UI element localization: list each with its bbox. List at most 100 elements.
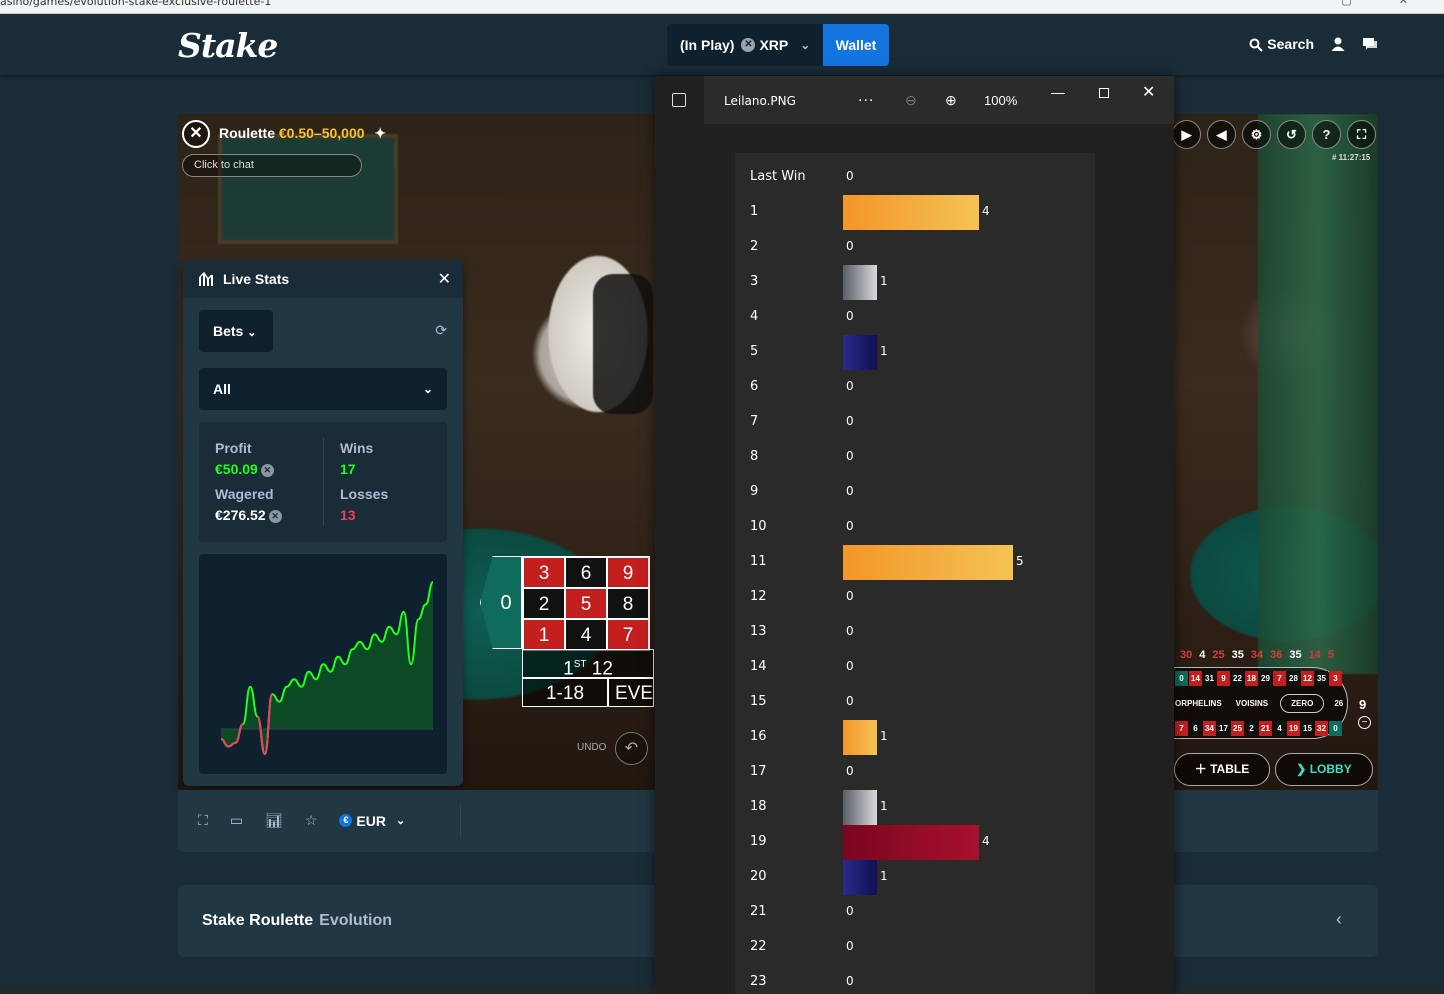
row-value: 0 [846,939,854,953]
bet-spot-number[interactable]: 2 [523,588,565,619]
racetrack-number[interactable]: 7 [1175,721,1188,736]
bet-spot-number[interactable]: 9 [607,557,649,588]
racetrack-number[interactable]: 25 [1231,721,1244,736]
racetrack-number[interactable]: 35 [1315,671,1328,686]
bets-dropdown[interactable]: Bets ⌄ [199,310,273,352]
bet-spot-number[interactable]: 6 [565,557,607,588]
sector-voisins[interactable]: VOISINS [1236,699,1268,708]
undo-button[interactable]: ↶ [615,732,648,765]
bet-spot-low[interactable]: 1-18 [522,678,608,707]
browser-url[interactable]: asino/games/evolution-stake-exclusive-ro… [0,0,271,8]
live-stats-header[interactable]: Live Stats ✕ [183,260,463,298]
racetrack-number[interactable]: 3 [1329,671,1342,686]
chart-row: 16 1 [735,713,1095,755]
chart-row: 60 [735,363,1095,398]
bet-spot-number[interactable]: 7 [607,619,649,650]
close-icon[interactable]: ✕ [438,269,451,289]
refresh-icon[interactable]: ⟳ [435,322,447,339]
racetrack-number[interactable]: 0 [1329,721,1342,736]
settings-icon[interactable]: ⚙ [1242,120,1271,149]
minus-icon[interactable]: − [1358,716,1371,729]
racetrack-number[interactable]: 22 [1231,671,1244,686]
bet-spot-number[interactable]: 3 [523,557,565,588]
racetrack-number[interactable]: 7 [1273,671,1286,686]
wallet-button[interactable]: Wallet [823,24,889,66]
bet-spot-number[interactable]: 4 [565,619,607,650]
lobby-button[interactable]: ❯ LOBBY [1275,753,1373,786]
chevron-left-icon[interactable]: ‹ [1336,909,1342,930]
racetrack-number[interactable]: 4 [1273,721,1286,736]
chevron-down-icon: ⌄ [247,327,257,339]
racetrack-number[interactable]: 2 [1245,721,1258,736]
theatre-mode-icon[interactable]: ▭ [230,812,243,829]
help-icon[interactable]: ? [1312,120,1341,149]
row-label: 6 [750,379,759,394]
racetrack-number[interactable]: 6 [1189,721,1202,736]
racetrack-number[interactable]: 19 [1287,721,1300,736]
game-toolbar-icons: ⛶ ▭ 📊︎ ☆ € EUR ⌄ [198,812,405,829]
racetrack-number[interactable]: 29 [1259,671,1272,686]
fullscreen-icon[interactable]: ⛶ [198,812,208,829]
live-stats-panel: Live Stats ✕ Bets ⌄ ⟳ All ⌄ Profit €50.0… [183,260,463,786]
chat-input[interactable]: Click to chat [182,154,362,177]
search-button[interactable]: Search [1249,36,1314,53]
racetrack-number[interactable]: 17 [1217,721,1230,736]
more-options-button[interactable]: ... [858,88,874,106]
currency-selector[interactable]: € EUR ⌄ [339,813,405,829]
racetrack-number[interactable]: 12 [1301,671,1314,686]
stake-logo[interactable]: Stake [178,26,278,65]
currency-label: XRP [759,37,789,53]
bet-spot-even[interactable]: EVE [608,678,654,707]
game-title: Roulette €0.50–50,000 ✦ [219,125,386,142]
bet-spot-number[interactable]: 1 [523,619,565,650]
racetrack-number[interactable]: 9 [1217,671,1230,686]
racetrack-number[interactable]: 14 [1189,671,1202,686]
stats-icon[interactable]: 📊︎ [265,812,283,829]
game-provider[interactable]: Evolution [319,912,392,929]
racetrack-number[interactable]: 18 [1245,671,1258,686]
pin-icon[interactable]: ✦ [374,125,386,141]
sector-orphelins[interactable]: ORPHELINS [1175,699,1222,708]
racetrack-number[interactable]: 31 [1203,671,1216,686]
user-icon[interactable] [1330,36,1346,52]
balance-label: (In Play) [680,37,735,53]
racetrack[interactable]: 0 14 31 9 22 18 29 7 28 12 35 3 ORPHELINS VOISINS Z… [1172,667,1348,739]
filter-select[interactable]: All ⌄ [199,368,447,410]
close-icon[interactable]: ✕ [1142,82,1155,102]
balance-selector[interactable]: (In Play) ✕ XRP ⌄ [667,24,823,66]
chart-row: Last Win 0 [735,153,1095,188]
image-viewer-titlebar[interactable]: Leilano.PNG ... ⊖ ⊕ 100% — ✕ [655,76,1174,124]
racetrack-number[interactable]: 21 [1259,721,1272,736]
racetrack-number[interactable]: 28 [1287,671,1300,686]
volume-icon[interactable]: ◀ [1207,120,1236,149]
row-label: 1 [750,204,759,219]
row-label: 21 [750,904,767,919]
video-icon[interactable]: ▶ [1172,120,1201,149]
history-icon[interactable]: ↺ [1277,120,1306,149]
zoom-in-icon[interactable]: ⊕ [945,92,957,109]
bet-spot-number[interactable]: 8 [607,588,649,619]
add-table-button[interactable]: ＋ TABLE [1174,753,1270,786]
minimize-icon[interactable]: — [1051,84,1065,100]
chevron-down-icon: ⌄ [800,38,811,52]
racetrack-side-value[interactable]: 26 [1334,699,1343,708]
racetrack-number[interactable]: 0 [1175,671,1188,686]
header-actions: Search [1249,36,1378,53]
bet-spot-first-dozen[interactable]: 1ST 12 [522,649,654,679]
row-value: 4 [982,204,990,218]
zoom-level[interactable]: 100% [984,93,1017,108]
close-game-button[interactable]: ✕ [182,120,210,148]
sector-zero[interactable]: ZERO [1280,693,1325,713]
star-icon[interactable]: ☆ [305,812,318,829]
maximize-icon[interactable] [1099,88,1109,98]
bet-spot-number[interactable]: 5 [565,588,607,619]
browser-window-controls[interactable]: ▢ ✕ [1341,0,1430,7]
fullscreen-icon[interactable]: ⛶ [1347,120,1376,149]
chat-icon[interactable] [1362,36,1378,52]
viewer-app-tab[interactable] [655,76,704,124]
zoom-out-icon[interactable]: ⊖ [905,92,917,109]
racetrack-number[interactable]: 34 [1203,721,1216,736]
history-result: 35 [1231,649,1244,661]
racetrack-number[interactable]: 32 [1315,721,1328,736]
racetrack-number[interactable]: 15 [1301,721,1314,736]
